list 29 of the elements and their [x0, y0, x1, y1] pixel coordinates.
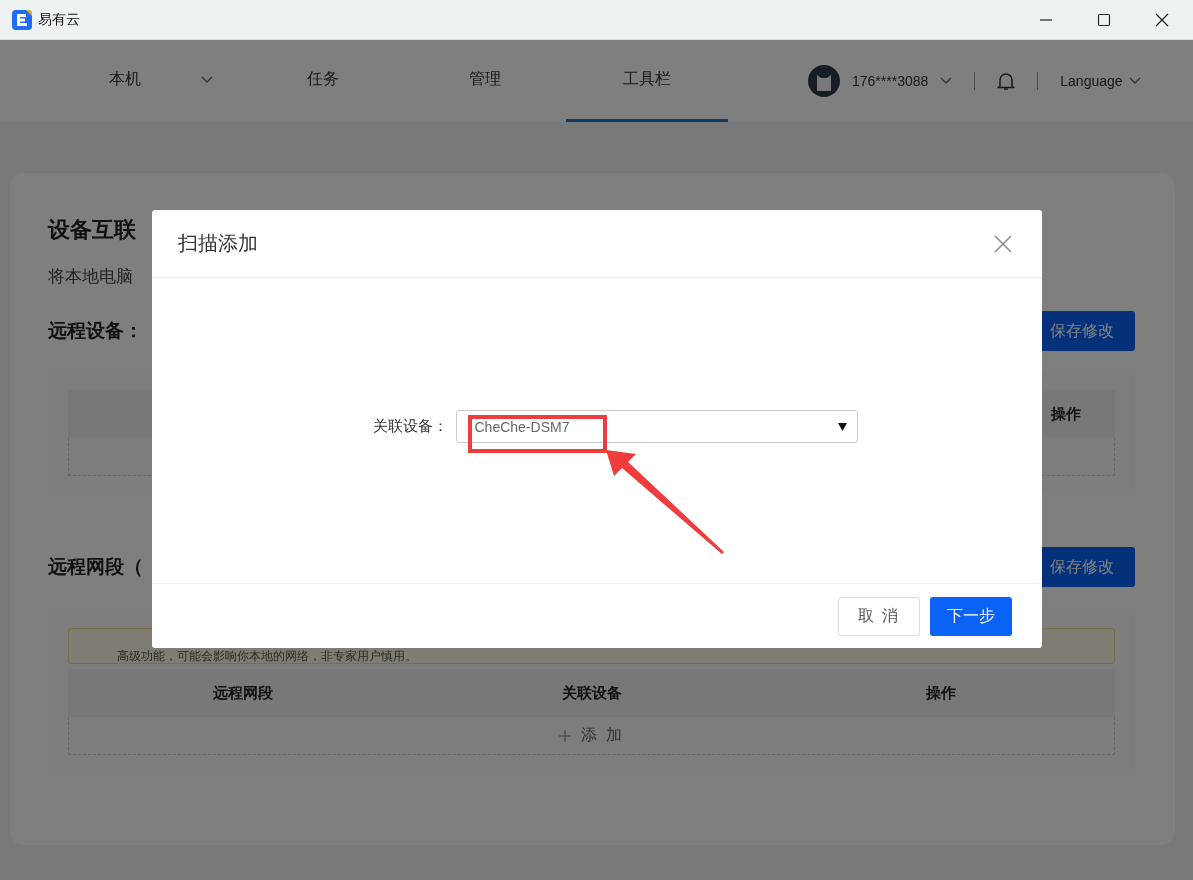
nav-tab[interactable]: 任务 [242, 40, 404, 122]
close-icon[interactable] [1155, 12, 1169, 27]
account-menu[interactable]: 176****3088 [852, 73, 929, 89]
chevron-down-icon [940, 77, 953, 85]
field-label: 关联设备： [372, 417, 448, 436]
avatar-icon[interactable] [808, 65, 840, 97]
app-logo-icon [12, 9, 32, 30]
column-header: 远程网段 [211, 683, 274, 703]
bell-icon[interactable] [997, 71, 1016, 91]
dialog-title: 扫描添加 [178, 231, 258, 256]
column-header: 操作 [1051, 404, 1081, 424]
device-select[interactable]: CheChe-DSM7 [455, 410, 858, 443]
next-button[interactable]: 下一步 [930, 596, 1012, 636]
dropdown-arrow-icon [837, 422, 847, 431]
maximize-icon[interactable] [1097, 12, 1111, 27]
section-title: 远程设备： [48, 319, 143, 343]
add-row[interactable]: 添 加 [68, 717, 1115, 755]
nav-tab[interactable]: 本机 [80, 40, 242, 122]
column-header: 操作 [924, 683, 957, 703]
cancel-button[interactable]: 取 消 [838, 596, 920, 636]
plus-icon [559, 729, 572, 742]
language-menu[interactable]: Language [1060, 73, 1123, 89]
window-title: 易有云 [38, 10, 80, 29]
column-header: 关联设备 [560, 683, 623, 703]
page-title: 设备互联 [48, 216, 136, 244]
nav-tab[interactable]: 管理 [404, 40, 566, 122]
section-title: 远程网段（ [48, 555, 143, 579]
page-description: 将本地电脑 [48, 266, 133, 288]
chevron-down-icon [1128, 77, 1141, 85]
